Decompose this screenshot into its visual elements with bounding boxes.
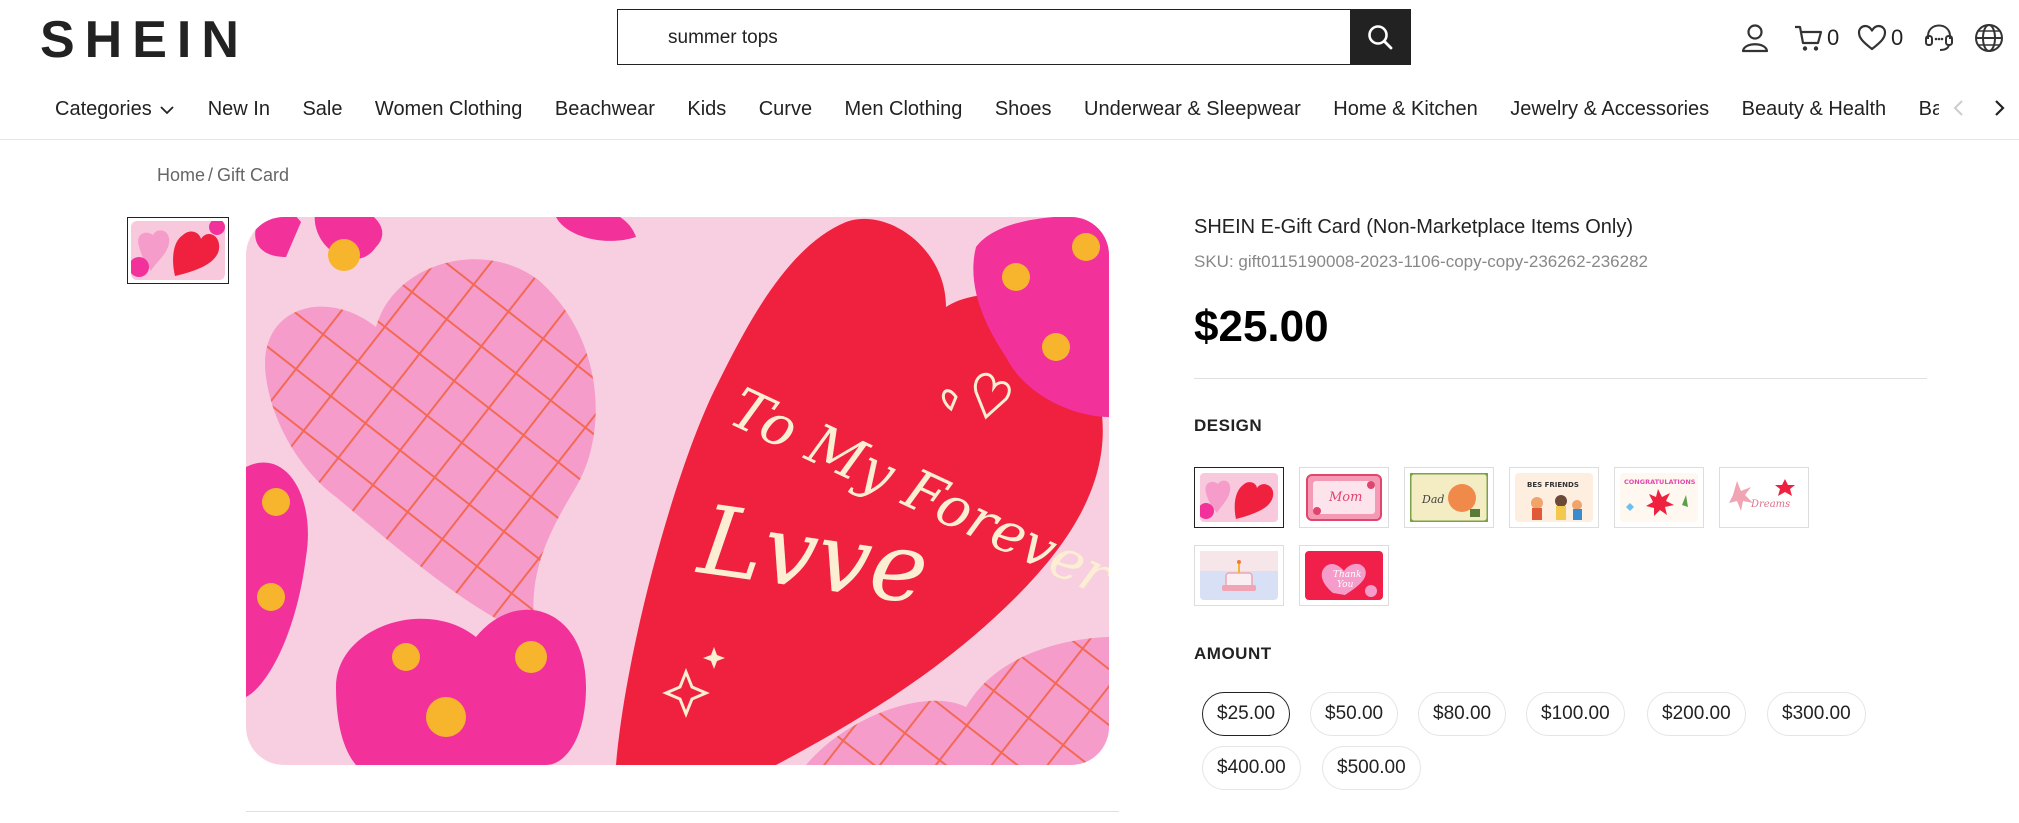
svg-text:You: You xyxy=(1337,580,1354,590)
nav-item-curve[interactable]: Curve xyxy=(759,88,812,130)
amount-option-50[interactable]: $50.00 xyxy=(1310,692,1399,736)
search-input[interactable] xyxy=(666,10,1350,66)
svg-text:Dreams: Dreams xyxy=(1750,499,1790,510)
amount-option-200[interactable]: $200.00 xyxy=(1647,692,1746,736)
svg-text:BES FRIENDS: BES FRIENDS xyxy=(1527,481,1579,489)
search-icon xyxy=(1368,25,1393,50)
price-divider xyxy=(1194,378,1927,379)
account-button[interactable] xyxy=(1739,16,1771,60)
design-friends-image: BES FRIENDS xyxy=(1515,473,1593,522)
design-option-mom[interactable]: Mom xyxy=(1299,467,1389,528)
breadcrumb-separator: / xyxy=(208,165,214,185)
amount-option-500[interactable]: $500.00 xyxy=(1322,746,1421,790)
cart-icon xyxy=(1795,25,1823,51)
user-icon xyxy=(1741,24,1769,53)
product-sku: SKU: gift0115190008-2023-1106-copy-copy-… xyxy=(1194,252,1648,271)
chevron-left-icon[interactable] xyxy=(1951,98,1967,118)
gift-card-thumbnail-image xyxy=(131,221,225,280)
breadcrumb-current: Gift Card xyxy=(217,165,290,185)
design-hearts-image xyxy=(1200,473,1278,522)
design-option-birthday[interactable] xyxy=(1194,545,1284,606)
design-option-dad[interactable]: Dad xyxy=(1404,467,1494,528)
amount-option-100[interactable]: $100.00 xyxy=(1526,692,1625,736)
support-button[interactable] xyxy=(1923,16,1955,60)
nav-item-jewelry-accessories[interactable]: Jewelry & Accessories xyxy=(1510,88,1709,130)
language-button[interactable] xyxy=(1973,16,2005,60)
svg-text:Dad: Dad xyxy=(1421,493,1444,506)
chevron-right-icon[interactable] xyxy=(1991,98,2007,118)
image-section-divider xyxy=(246,811,1119,812)
design-thank-you-image: Thank You xyxy=(1305,551,1383,600)
nav-categories-label: Categories xyxy=(55,98,152,120)
breadcrumb: Home / Gift Card xyxy=(157,165,289,186)
cart-button[interactable]: 0 xyxy=(1793,16,1839,60)
svg-text:Thank: Thank xyxy=(1333,570,1361,580)
search-bar xyxy=(617,9,1411,66)
svg-text:Mom: Mom xyxy=(1328,490,1362,505)
wishlist-count: 0 xyxy=(1891,25,1904,50)
nav-item-women-clothing[interactable]: Women Clothing xyxy=(375,88,522,130)
design-option-dreams[interactable]: Dreams xyxy=(1719,467,1809,528)
product-thumbnail[interactable] xyxy=(127,217,229,284)
design-dreams-image: Dreams xyxy=(1725,473,1803,522)
nav-item-beauty-health[interactable]: Beauty & Health xyxy=(1742,88,1887,130)
nav-scroll-arrows xyxy=(1939,84,2019,132)
design-mom-image: Mom xyxy=(1305,473,1383,522)
svg-text:CONGRATULATIONS: CONGRATULATIONS xyxy=(1624,478,1696,486)
category-nav: Categories New In Sale Women Clothing Be… xyxy=(55,88,1945,130)
shein-logo[interactable]: SHEIN xyxy=(40,10,249,70)
design-option-congratulations[interactable]: CONGRATULATIONS xyxy=(1614,467,1704,528)
breadcrumb-home[interactable]: Home xyxy=(157,165,205,185)
product-price: $25.00 xyxy=(1194,302,1329,351)
nav-item-home-kitchen[interactable]: Home & Kitchen xyxy=(1333,88,1478,130)
nav-item-beachwear[interactable]: Beachwear xyxy=(555,88,655,130)
nav-item-new-in[interactable]: New In xyxy=(208,88,270,130)
nav-item-shoes[interactable]: Shoes xyxy=(995,88,1052,130)
nav-item-kids[interactable]: Kids xyxy=(687,88,726,130)
design-option-hearts[interactable] xyxy=(1194,467,1284,528)
globe-icon xyxy=(1975,24,2003,52)
search-button[interactable] xyxy=(1350,10,1410,64)
heart-icon xyxy=(1857,24,1887,51)
design-option-friends[interactable]: BES FRIENDS xyxy=(1509,467,1599,528)
nav-item-underwear-sleepwear[interactable]: Underwear & Sleepwear xyxy=(1084,88,1301,130)
header-icons: 0 0 xyxy=(1719,16,2019,60)
cart-count: 0 xyxy=(1827,25,1840,50)
product-main-image[interactable]: To My Forever Lvve xyxy=(246,217,1109,765)
amount-option-80[interactable]: $80.00 xyxy=(1418,692,1507,736)
amount-option-25[interactable]: $25.00 xyxy=(1202,692,1291,736)
design-label: DESIGN xyxy=(1194,416,1263,435)
design-option-thank-you[interactable]: Thank You xyxy=(1299,545,1389,606)
amount-label: AMOUNT xyxy=(1194,644,1272,663)
nav-item-sale[interactable]: Sale xyxy=(302,88,342,130)
product-title: SHEIN E-Gift Card (Non-Marketplace Items… xyxy=(1194,216,1633,238)
headset-icon xyxy=(1925,24,1953,51)
wishlist-button[interactable]: 0 xyxy=(1857,16,1903,60)
amount-option-300[interactable]: $300.00 xyxy=(1767,692,1866,736)
chevron-down-icon xyxy=(160,106,174,114)
design-congratulations-image: CONGRATULATIONS xyxy=(1620,473,1698,522)
amount-option-400[interactable]: $400.00 xyxy=(1202,746,1301,790)
site-header: SHEIN 0 0 xyxy=(0,0,2019,140)
design-birthday-image xyxy=(1200,551,1278,600)
nav-item-men-clothing[interactable]: Men Clothing xyxy=(845,88,963,130)
gift-card-image: To My Forever Lvve xyxy=(246,217,1109,765)
design-dad-image: Dad xyxy=(1410,473,1488,522)
nav-categories[interactable]: Categories xyxy=(55,88,175,130)
